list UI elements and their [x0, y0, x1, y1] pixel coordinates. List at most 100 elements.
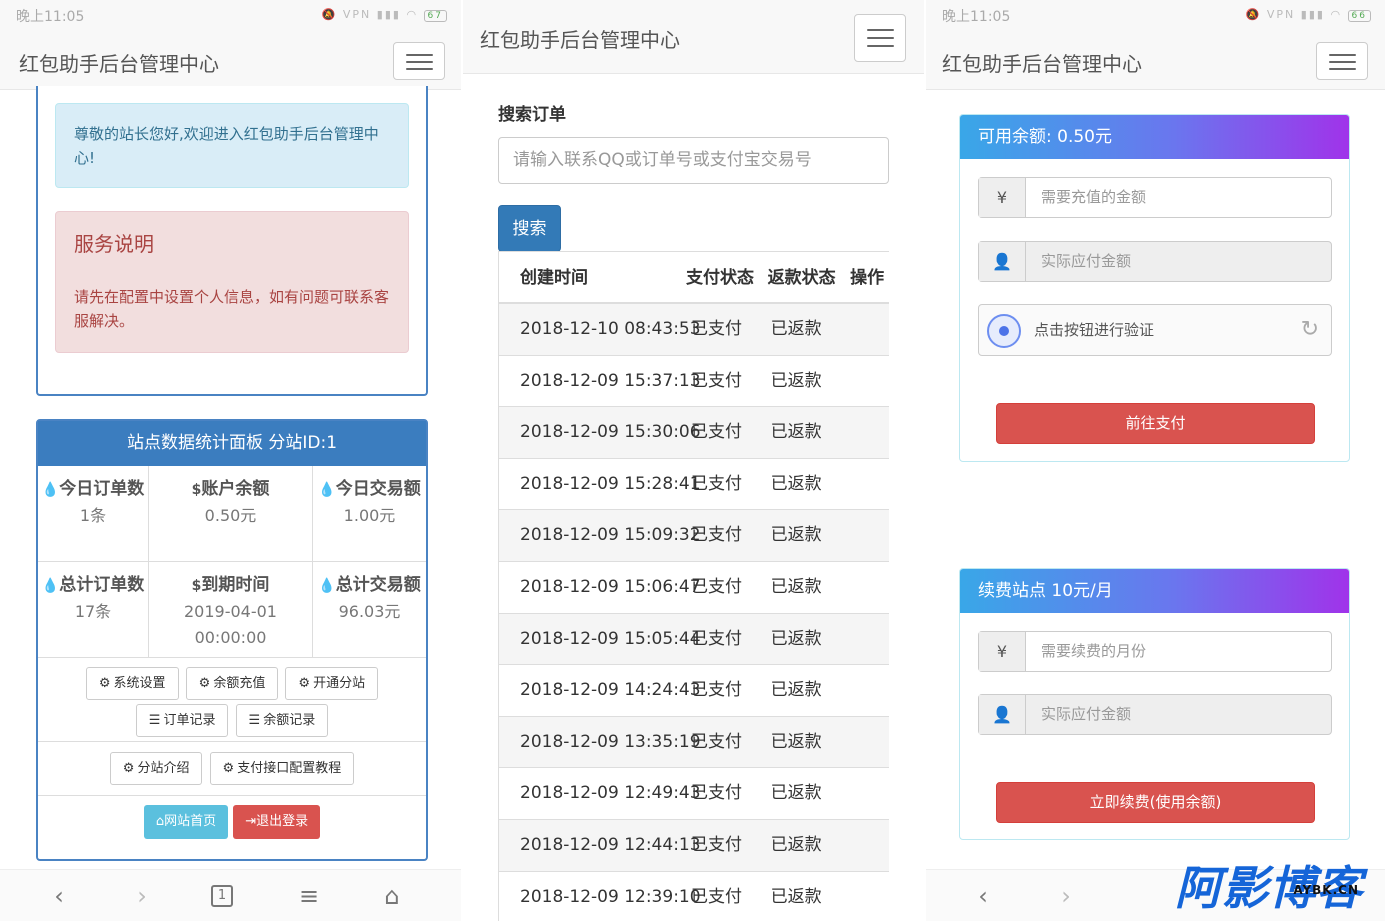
- table-row[interactable]: 2018-12-09 12:44:13 已支付 已返款: [499, 819, 889, 872]
- hamburger-icon: [867, 29, 894, 31]
- drop-icon: 💧: [318, 578, 336, 594]
- table-row[interactable]: 2018-12-09 15:09:32 已支付 已返款: [499, 510, 889, 562]
- app-title[interactable]: 红包助手后台管理中心: [942, 48, 1142, 77]
- logout-button[interactable]: ⇥退出登录: [233, 805, 321, 839]
- table-row[interactable]: 2018-12-09 12:49:43 已支付 已返款: [499, 768, 889, 820]
- table-cell: 已支付: [691, 473, 742, 494]
- status-icons: 🔕 VPN ▮▮▮ ◠ 67: [322, 8, 447, 22]
- app-title[interactable]: 红包助手后台管理中心: [480, 24, 680, 53]
- service-title: 服务说明: [74, 232, 154, 256]
- welcome-alert: 尊敬的站长您好,欢迎进入红包助手后台管理中心!: [55, 103, 409, 188]
- forward-icon[interactable]: ›: [1051, 882, 1081, 910]
- left-screen: 晚上11:05 🔕 VPN ▮▮▮ ◠ 67 红包助手后台管理中心 尊敬的站长您…: [0, 0, 461, 921]
- hamburger-icon: [406, 54, 433, 56]
- tabs-icon[interactable]: 1: [211, 885, 233, 907]
- home-nav-icon[interactable]: ⌂: [377, 882, 407, 910]
- dollar-icon: $: [191, 578, 202, 594]
- table-row[interactable]: 2018-12-09 15:28:41 已支付 已返款: [499, 459, 889, 511]
- table-cell: 2018-12-09 15:06:47: [520, 576, 701, 597]
- table-row[interactable]: 2018-12-09 13:35:19 已支付 已返款: [499, 716, 889, 769]
- table-cell: 2018-12-09 13:35:19: [520, 731, 701, 752]
- gear-icon: ⚙: [222, 761, 235, 776]
- search-input[interactable]: 请输入联系QQ或订单号或支付宝交易号: [498, 137, 889, 184]
- yen-icon: ¥: [979, 178, 1026, 217]
- payment-tutorial-button[interactable]: ⚙ 支付接口配置教程: [209, 752, 355, 785]
- table-cell: 已支付: [691, 576, 742, 597]
- stat-value: 17条: [74, 602, 112, 621]
- table-row[interactable]: 2018-12-09 15:05:44 已支付 已返款: [499, 613, 889, 666]
- forward-icon[interactable]: ›: [127, 882, 157, 910]
- table-row[interactable]: 2018-12-09 15:30:06 已支付 已返款: [499, 407, 889, 459]
- status-time: 晚上11:05: [16, 9, 85, 25]
- table-cell: 2018-12-09 15:28:41: [520, 473, 701, 494]
- gear-icon: ⚙: [298, 676, 311, 691]
- button-row-3: ⌂网站首页 ⇥退出登录: [38, 796, 426, 839]
- table-row[interactable]: 2018-12-09 15:06:47 已支付 已返款: [499, 562, 889, 614]
- balance-recharge-button[interactable]: ⚙ 余额充值: [185, 667, 279, 700]
- dollar-icon: $: [191, 482, 202, 498]
- renew-months-input[interactable]: ¥ 需要续费的月份: [978, 631, 1332, 672]
- refresh-icon[interactable]: ↻: [1301, 317, 1319, 342]
- table-cell: 已支付: [691, 783, 742, 804]
- table-cell: 2018-12-09 15:09:32: [520, 525, 701, 546]
- signal-icon: ▮▮▮: [1300, 8, 1325, 21]
- table-cell: [851, 768, 889, 819]
- search-title: 搜索订单: [498, 105, 566, 125]
- table-cell: 已返款: [770, 525, 822, 546]
- renew-amount-field: 👤 实际应付金额: [978, 694, 1332, 735]
- mute-icon: 🔕: [1245, 8, 1262, 21]
- browser-bottom-nav: ‹ › 1 ≡ ⌂: [0, 869, 461, 921]
- menu-toggle-button[interactable]: [393, 42, 445, 80]
- balance-title: 可用余额: 0.50元: [960, 115, 1349, 159]
- app-title[interactable]: 红包助手后台管理中心: [19, 48, 219, 77]
- stat-value: 1条: [79, 506, 107, 525]
- balance-records-button[interactable]: ☰ 余额记录: [235, 704, 329, 737]
- back-icon[interactable]: ‹: [44, 882, 74, 910]
- battery-icon: 67: [423, 10, 447, 22]
- stat-label: $到期时间: [191, 575, 270, 595]
- home-button[interactable]: ⌂网站首页: [143, 805, 229, 839]
- menu-toggle-button[interactable]: [1316, 42, 1368, 80]
- navbar: 红包助手后台管理中心: [926, 32, 1385, 90]
- stat-label: 💧今日订单数: [41, 479, 145, 499]
- table-cell: [851, 562, 889, 613]
- user-icon: 👤: [979, 242, 1026, 281]
- open-substation-button[interactable]: ⚙ 开通分站: [285, 667, 379, 700]
- gear-icon: ⚙: [98, 676, 111, 691]
- table-cell: 2018-12-09 15:05:44: [520, 628, 701, 649]
- table-cell: [851, 665, 889, 716]
- recharge-amount-input[interactable]: ¥ 需要充值的金额: [978, 177, 1332, 218]
- table-cell: 已支付: [691, 834, 742, 855]
- stat-cell: $到期时间 2019-04-01 00:00:00: [149, 562, 313, 658]
- menu-icon[interactable]: ≡: [294, 882, 324, 910]
- table-row[interactable]: 2018-12-10 08:43:53 已支付 已返款: [499, 304, 889, 356]
- table-cell: [851, 407, 889, 458]
- system-settings-button[interactable]: ⚙ 系统设置: [85, 667, 179, 700]
- search-button[interactable]: 搜索: [498, 205, 561, 252]
- renew-title: 续费站点 10元/月: [960, 569, 1349, 613]
- table-row[interactable]: 2018-12-09 12:39:10 已支付 已返款: [499, 872, 889, 921]
- mute-icon: 🔕: [321, 8, 338, 21]
- gear-icon: ⚙: [122, 761, 135, 776]
- captcha-button[interactable]: 点击按钮进行验证 ↻: [978, 304, 1332, 356]
- table-row[interactable]: 2018-12-09 14:24:43 已支付 已返款: [499, 665, 889, 717]
- stat-value: 0.50元: [204, 506, 257, 525]
- back-icon[interactable]: ‹: [968, 882, 998, 910]
- table-cell: 已返款: [770, 886, 822, 907]
- table-row[interactable]: 2018-12-09 15:37:13 已支付 已返款: [499, 356, 889, 408]
- table-cell: 2018-12-09 15:37:13: [520, 370, 701, 391]
- watermark-logo: 阿影博客 AYBK.CN: [1175, 861, 1363, 915]
- status-bar: 晚上11:05 🔕 VPN ▮▮▮ ◠ 66: [926, 0, 1385, 32]
- table-cell: 已返款: [770, 422, 822, 443]
- table-cell: 已支付: [691, 731, 742, 752]
- order-records-button[interactable]: ☰ 订单记录: [135, 704, 229, 737]
- stat-cell: 💧总计交易额 96.03元: [313, 562, 426, 658]
- menu-toggle-button[interactable]: [854, 14, 906, 62]
- table-cell: 已支付: [691, 422, 742, 443]
- stat-label: 💧总计订单数: [41, 575, 145, 595]
- substation-intro-button[interactable]: ⚙ 分站介绍: [109, 752, 203, 785]
- table-cell: 2018-12-09 14:24:43: [520, 680, 701, 701]
- go-pay-button[interactable]: 前往支付: [996, 403, 1315, 444]
- renew-now-button[interactable]: 立即续费(使用余额): [996, 782, 1315, 823]
- stat-value: 1.00元: [343, 506, 396, 525]
